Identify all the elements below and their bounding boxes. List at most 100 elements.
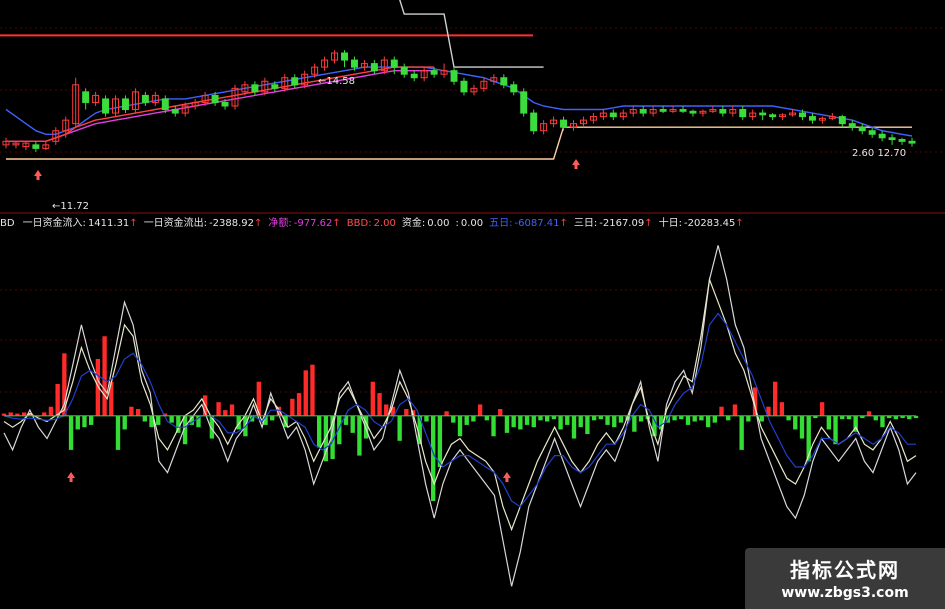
- flow-bar: [632, 415, 637, 432]
- overlay-line: [6, 126, 912, 160]
- buy-arrow-icon: [34, 170, 42, 180]
- flow-bar: [605, 415, 610, 425]
- candle-body: [221, 101, 229, 107]
- flow-bar: [873, 415, 878, 421]
- candle-body: [500, 77, 508, 86]
- flow-bar: [350, 415, 355, 433]
- flow-bar: [82, 415, 87, 428]
- flow-bar: [591, 415, 597, 421]
- flow-bar: [524, 415, 530, 425]
- candle-body: [102, 98, 110, 114]
- legend-item: 十日: -20283.45↑: [659, 218, 744, 229]
- legend-label: BBD:: [346, 218, 372, 229]
- flow-bar: [531, 415, 536, 428]
- flow-bar: [565, 415, 570, 425]
- high-price-label: ←14.58: [318, 76, 355, 87]
- flow-bar: [156, 415, 161, 425]
- overlay-line: [399, 0, 544, 68]
- legend-value: -6087.41: [514, 218, 560, 229]
- candle-body: [878, 133, 886, 139]
- candle-body: [161, 98, 169, 111]
- flow-bar: [739, 415, 744, 450]
- legend-value: 2.00: [373, 218, 396, 229]
- flow-bar: [726, 415, 731, 421]
- flow-bar: [384, 404, 389, 416]
- watermark-url: www.zbgs3.com: [781, 585, 909, 601]
- candle-body: [400, 66, 408, 75]
- legend-value: -20283.45: [683, 218, 736, 229]
- legend-label: 十日:: [658, 218, 682, 229]
- candle-body: [32, 144, 40, 149]
- flow-bar: [719, 406, 724, 416]
- flow-bar: [316, 415, 322, 448]
- flow-bar: [424, 415, 429, 422]
- flow-bar: [270, 415, 275, 421]
- flow-bar: [759, 415, 764, 422]
- candle-body: [211, 94, 219, 103]
- flow-bar: [377, 393, 382, 416]
- buy-arrow-icon: [502, 472, 511, 482]
- legend-label: 三日:: [573, 218, 598, 229]
- flow-bar: [142, 415, 148, 422]
- flow-bar: [471, 415, 476, 422]
- flow-bar: [256, 381, 262, 416]
- candle-body: [848, 123, 856, 128]
- candle-body: [350, 59, 358, 68]
- legend-item: 资金: 0.00: [402, 218, 450, 229]
- candle-body: [390, 59, 398, 68]
- flow-bar: [95, 359, 101, 416]
- candle-body: [171, 109, 179, 114]
- candle-body: [689, 110, 697, 114]
- flow-bar: [464, 415, 469, 425]
- flow-bar: [578, 415, 583, 428]
- candle-body: [759, 112, 767, 116]
- flow-bar: [404, 409, 409, 416]
- candle-body: [798, 112, 806, 118]
- flow-bar: [866, 411, 872, 416]
- legend-arrow-icon: ↑: [559, 218, 568, 229]
- legend-label: :: [455, 218, 459, 229]
- flow-bar: [538, 415, 543, 421]
- flow-bar: [819, 402, 825, 416]
- flow-bar: [484, 415, 490, 421]
- flow-bar: [638, 415, 644, 422]
- right-price-label: 2.60 12.70: [852, 148, 906, 159]
- flow-bar: [310, 364, 315, 416]
- flow-bar: [444, 411, 449, 416]
- watermark: 指标公式网 www.zbgs3.com: [745, 548, 945, 609]
- flow-bar: [793, 415, 798, 430]
- flow-bar: [511, 415, 516, 428]
- flow-bar: [477, 404, 483, 416]
- flow-bar: [122, 415, 127, 430]
- candle-body: [450, 70, 458, 82]
- legend-item: 一日资金流出: -2388.92↑: [144, 218, 263, 229]
- flow-bar: [712, 415, 718, 423]
- flow-bar: [296, 393, 302, 416]
- candle-body: [659, 109, 667, 112]
- flow-bar: [544, 415, 550, 422]
- flow-bar: [75, 415, 80, 430]
- flow-bar: [115, 415, 121, 450]
- flow-bar: [216, 402, 221, 416]
- candle-body: [679, 109, 687, 112]
- legend-item: 三日: -2167.09↑: [574, 218, 653, 229]
- flow-bar: [68, 415, 74, 450]
- watermark-title: 指标公式网: [790, 558, 900, 582]
- flow-bar: [692, 415, 697, 422]
- candle-body: [769, 114, 777, 118]
- candle-body: [858, 126, 866, 132]
- flow-bar: [370, 381, 376, 416]
- flow-bar: [779, 402, 785, 416]
- candle-body: [370, 63, 378, 72]
- candle-body: [291, 77, 299, 86]
- legend-arrow-icon: ↑: [254, 218, 263, 229]
- flow-bar: [357, 415, 362, 456]
- flow-bar: [772, 381, 778, 416]
- buy-arrow-icon: [67, 472, 76, 482]
- candle-body: [121, 98, 129, 111]
- flow-bar: [504, 415, 510, 433]
- legend-arrow-icon: ↑: [644, 218, 653, 229]
- flow-bar: [437, 415, 443, 467]
- candle-body: [520, 91, 528, 114]
- flow-bar: [699, 415, 704, 421]
